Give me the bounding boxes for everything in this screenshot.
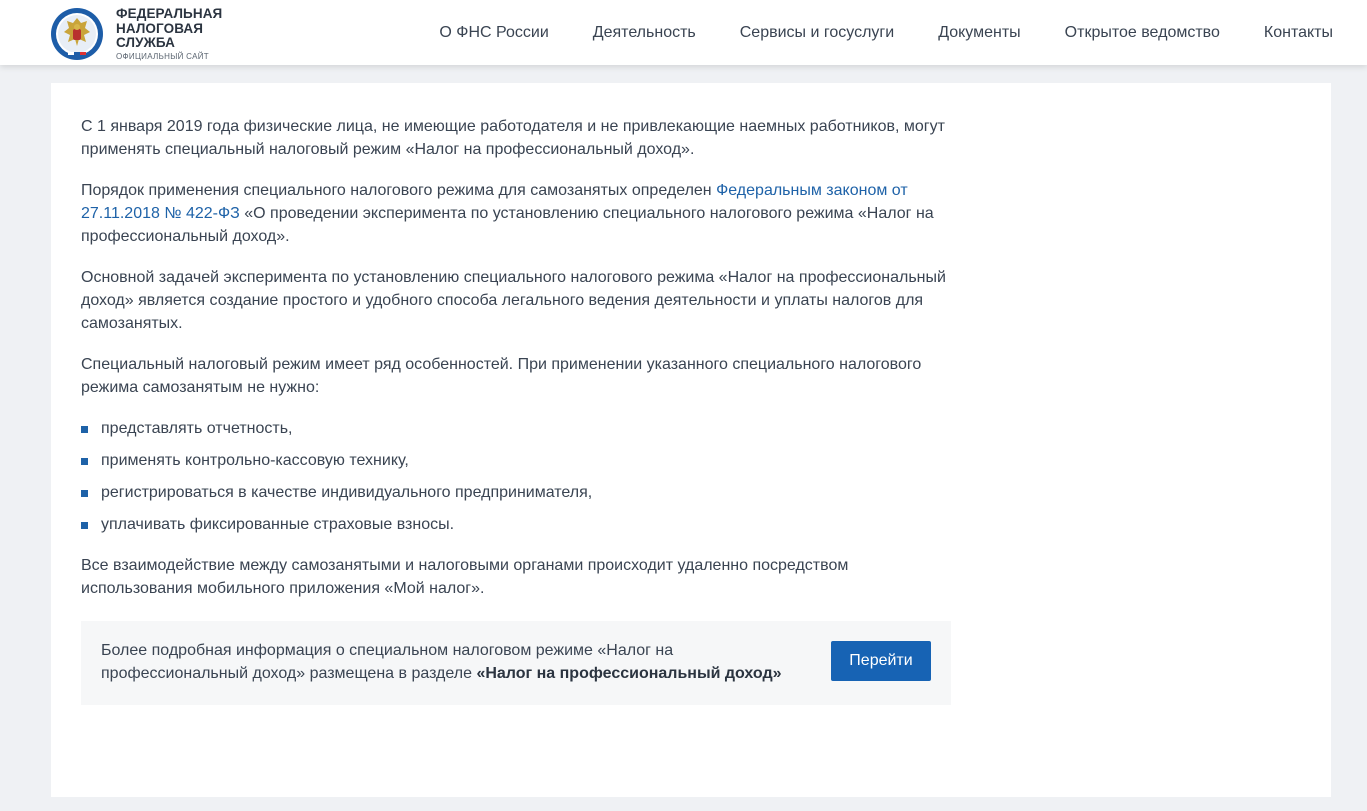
bullet-icon (81, 522, 88, 529)
paragraph-interaction: Все взаимодействие между самозанятыми и … (81, 557, 849, 597)
site-logo[interactable]: ФЕДЕРАЛЬНАЯ НАЛОГОВАЯ СЛУЖБА ОФИЦИАЛЬНЫЙ… (50, 6, 260, 62)
nav-item-documents[interactable]: Документы (938, 24, 1020, 42)
paragraph-features: Специальный налоговый режим имеет ряд ос… (81, 356, 922, 396)
nav-item-services[interactable]: Сервисы и госуслуги (740, 24, 894, 42)
fns-emblem-icon (50, 7, 104, 61)
more-info-section-name: «Налог на профессиональный доход» (476, 665, 782, 682)
logo-subtitle: ОФИЦИАЛЬНЫЙ САЙТ (116, 52, 209, 62)
list-item: уплачивать фиксированные страховые взнос… (81, 513, 951, 536)
nav-item-activity[interactable]: Деятельность (593, 24, 696, 42)
more-info-box: Более подробная информация о специальном… (81, 621, 951, 705)
paragraph-law-before: Порядок применения специального налогово… (81, 182, 717, 199)
list-item: применять контрольно-кассовую технику, (81, 449, 951, 472)
features-list: представлять отчетность, применять контр… (81, 417, 951, 536)
nav-item-about[interactable]: О ФНС России (439, 24, 548, 42)
article-body: С 1 января 2019 года физические лица, не… (81, 115, 951, 618)
paragraph-goal: Основной задачей эксперимента по установ… (81, 269, 946, 332)
paragraph-law: Порядок применения специального налогово… (81, 179, 951, 248)
paragraph-intro: С 1 января 2019 года физические лица, не… (81, 118, 945, 158)
content-panel: С 1 января 2019 года физические лица, не… (51, 83, 1331, 797)
list-item: представлять отчетность, (81, 417, 951, 440)
logo-title-line2: НАЛОГОВАЯ СЛУЖБА (116, 21, 204, 50)
main-nav: О ФНС России Деятельность Сервисы и госу… (439, 0, 1333, 65)
site-header: ФЕДЕРАЛЬНАЯ НАЛОГОВАЯ СЛУЖБА ОФИЦИАЛЬНЫЙ… (0, 0, 1367, 65)
bullet-icon (81, 426, 88, 433)
bullet-icon (81, 458, 88, 465)
list-item: регистрироваться в качестве индивидуальн… (81, 481, 951, 504)
more-info-text: Более подробная информация о специальном… (101, 642, 782, 682)
logo-title-line1: ФЕДЕРАЛЬНАЯ (116, 5, 223, 21)
go-button[interactable]: Перейти (831, 641, 931, 681)
nav-item-open-agency[interactable]: Открытое ведомство (1065, 24, 1220, 42)
bullet-icon (81, 490, 88, 497)
nav-item-contacts[interactable]: Контакты (1264, 24, 1333, 42)
